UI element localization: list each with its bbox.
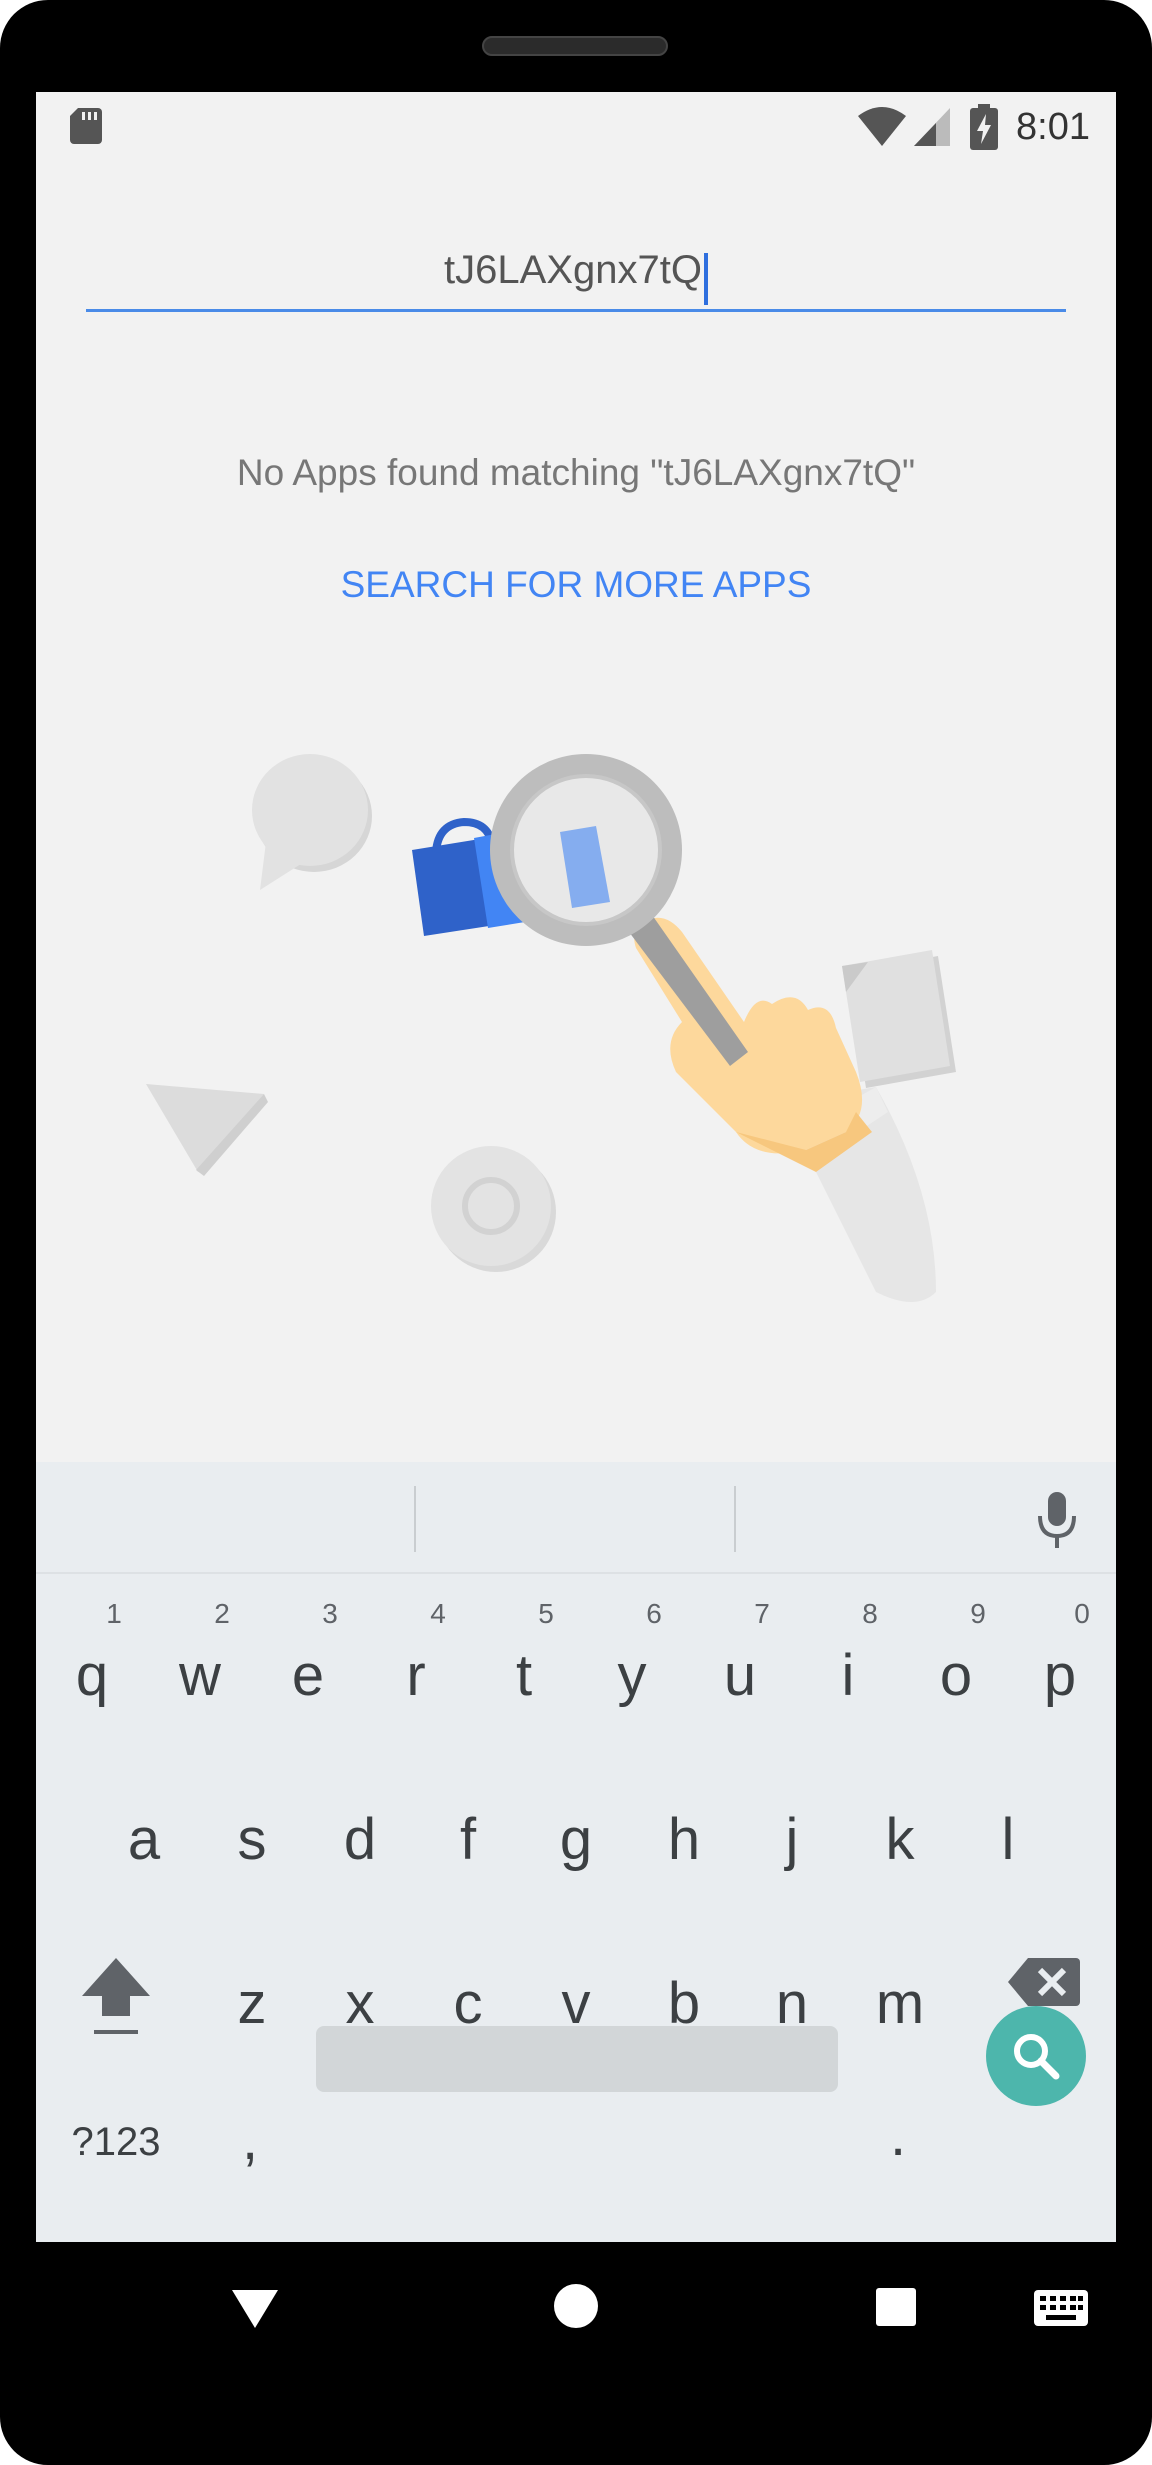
search-query: tJ6LAXgnx7tQ: [444, 248, 702, 292]
navigation-bar: [0, 2242, 1152, 2372]
key-period[interactable]: .: [844, 2092, 952, 2242]
key-h[interactable]: h: [630, 1764, 738, 1914]
key-g[interactable]: g: [522, 1764, 630, 1914]
key-o[interactable]: 9o: [902, 1598, 1010, 1750]
screen: 8:01 tJ6LAXgnx7tQ No Apps found matching…: [36, 92, 1116, 2242]
key-f[interactable]: f: [414, 1764, 522, 1914]
shift-key-icon[interactable]: [76, 1952, 156, 2038]
empty-search-illustration: [146, 754, 956, 1302]
speech-bubble-shape: [252, 754, 372, 890]
circle-shape: [431, 1146, 556, 1272]
key-z[interactable]: z: [198, 1928, 306, 2078]
key-comma[interactable]: ,: [196, 2092, 304, 2242]
text-cursor: [703, 252, 708, 305]
keyboard-switch-icon[interactable]: [1032, 2288, 1090, 2328]
back-icon[interactable]: [230, 2286, 280, 2330]
battery-charging-icon: [970, 104, 998, 150]
key-m[interactable]: m: [846, 1928, 954, 2078]
key-q[interactable]: 1q: [38, 1598, 146, 1750]
sd-card-icon: [70, 108, 102, 144]
home-icon[interactable]: [552, 2282, 600, 2330]
key-p[interactable]: 0p: [1006, 1598, 1114, 1750]
suggestion-divider: [734, 1486, 736, 1552]
key-u[interactable]: 7u: [686, 1598, 794, 1750]
triangle-shape: [146, 1084, 264, 1172]
status-bar: 8:01: [36, 92, 1116, 164]
search-action-key[interactable]: [986, 2006, 1086, 2106]
search-more-apps-button[interactable]: SEARCH FOR MORE APPS: [36, 564, 1116, 606]
key-r[interactable]: 4r: [362, 1598, 470, 1750]
suggestion-strip: [36, 1462, 1116, 1574]
key-t[interactable]: 5t: [470, 1598, 578, 1750]
earpiece-speaker: [482, 36, 668, 56]
signal-icon: [914, 108, 950, 146]
key-k[interactable]: k: [846, 1764, 954, 1914]
empty-results-message: No Apps found matching "tJ6LAXgnx7tQ": [236, 452, 916, 493]
magnifier-icon: [490, 754, 682, 946]
recents-icon[interactable]: [874, 2286, 918, 2328]
backspace-key-icon[interactable]: [1006, 1954, 1082, 2010]
document-shape: [842, 950, 956, 1088]
space-key[interactable]: [316, 2026, 838, 2092]
search-input[interactable]: tJ6LAXgnx7tQ: [86, 222, 1066, 312]
search-icon: [1014, 2034, 1060, 2080]
wifi-icon: [858, 107, 906, 146]
key-i[interactable]: 8i: [794, 1598, 902, 1750]
suggestion-divider: [414, 1486, 416, 1552]
key-a[interactable]: a: [90, 1764, 198, 1914]
symbols-key[interactable]: ?123: [36, 2092, 196, 2242]
key-e[interactable]: 3e: [254, 1598, 362, 1750]
clock: 8:01: [1016, 106, 1090, 148]
key-y[interactable]: 6y: [578, 1598, 686, 1750]
key-s[interactable]: s: [198, 1764, 306, 1914]
microphone-icon[interactable]: [1034, 1490, 1080, 1550]
key-d[interactable]: d: [306, 1764, 414, 1914]
key-l[interactable]: l: [954, 1764, 1062, 1914]
key-j[interactable]: j: [738, 1764, 846, 1914]
key-w[interactable]: 2w: [146, 1598, 254, 1750]
device-frame: 8:01 tJ6LAXgnx7tQ No Apps found matching…: [0, 0, 1152, 2465]
